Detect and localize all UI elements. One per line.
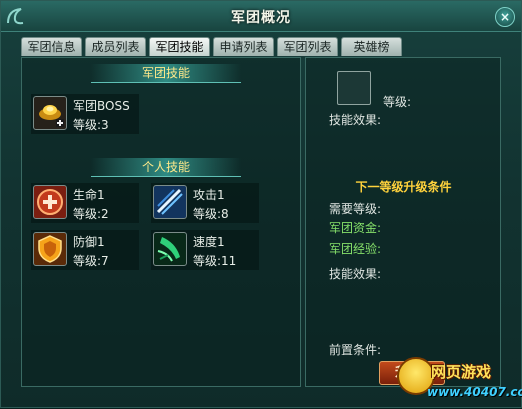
- skill-name: 攻击1: [193, 188, 225, 202]
- defense-shield-icon: [33, 232, 67, 266]
- tab-bar: 军团信息 成员列表 军团技能 申请列表 军团列表 英雄榜: [21, 37, 402, 57]
- skill-level: 等级:3: [73, 118, 109, 132]
- skill-level: 等级:11: [193, 254, 237, 268]
- life-cross-icon: [33, 185, 67, 219]
- legion-funds-label: 军团资金:: [329, 221, 382, 235]
- legion-exp-label: 军团经验:: [329, 242, 382, 256]
- tab-hero-board[interactable]: 英雄榜: [341, 37, 402, 56]
- site-watermark: 网页游戏 www.40407.com: [397, 353, 522, 409]
- next-level-conditions-title: 下一等级升级条件: [355, 180, 452, 194]
- required-level-label: 需要等级:: [329, 202, 382, 216]
- skill-level: 等级:7: [73, 254, 109, 268]
- selected-skill-slot[interactable]: [337, 71, 371, 105]
- prerequisite-label: 前置条件:: [329, 343, 382, 357]
- skill-name: 生命1: [73, 188, 105, 202]
- attack-blades-icon: [153, 185, 187, 219]
- speed-boot-icon: [153, 232, 187, 266]
- skill-name: 军团BOSS: [73, 99, 130, 113]
- next-effect-label: 技能效果:: [329, 267, 382, 281]
- skill-level: 等级:2: [73, 207, 109, 221]
- skill-name: 速度1: [193, 235, 225, 249]
- close-button[interactable]: ×: [495, 7, 515, 27]
- title-bar[interactable]: 军团概况 ×: [1, 1, 521, 32]
- skill-level: 等级:8: [193, 207, 229, 221]
- legion-skills-header: 军团技能: [91, 64, 241, 83]
- window-title: 军团概况: [231, 10, 291, 26]
- skill-card-life[interactable]: 生命1 等级:2: [31, 183, 139, 223]
- gold-ingot-icon: [33, 96, 67, 130]
- tab-member-list[interactable]: 成员列表: [85, 37, 146, 56]
- skill-card-legion-boss[interactable]: 军团BOSS 等级:3: [31, 94, 139, 134]
- detail-effect-label: 技能效果:: [329, 113, 382, 127]
- skill-name: 防御1: [73, 235, 105, 249]
- tab-legion-skills[interactable]: 军团技能: [149, 37, 210, 56]
- tab-legion-list[interactable]: 军团列表: [277, 37, 338, 56]
- legion-overview-window: 军团概况 × 军团信息 成员列表 军团技能 申请列表 军团列表 英雄榜 军团技能…: [0, 0, 522, 408]
- skill-card-defense[interactable]: 防御1 等级:7: [31, 230, 139, 270]
- tab-legion-info[interactable]: 军团信息: [21, 37, 82, 56]
- skill-card-speed[interactable]: 速度1 等级:11: [151, 230, 259, 270]
- detail-level-label: 等级:: [383, 95, 412, 109]
- skill-card-attack[interactable]: 攻击1 等级:8: [151, 183, 259, 223]
- watermark-url: www.40407.com: [427, 385, 522, 399]
- personal-skills-header: 个人技能: [91, 158, 241, 177]
- watermark-text: 网页游戏: [431, 363, 492, 381]
- tab-application-list[interactable]: 申请列表: [213, 37, 274, 56]
